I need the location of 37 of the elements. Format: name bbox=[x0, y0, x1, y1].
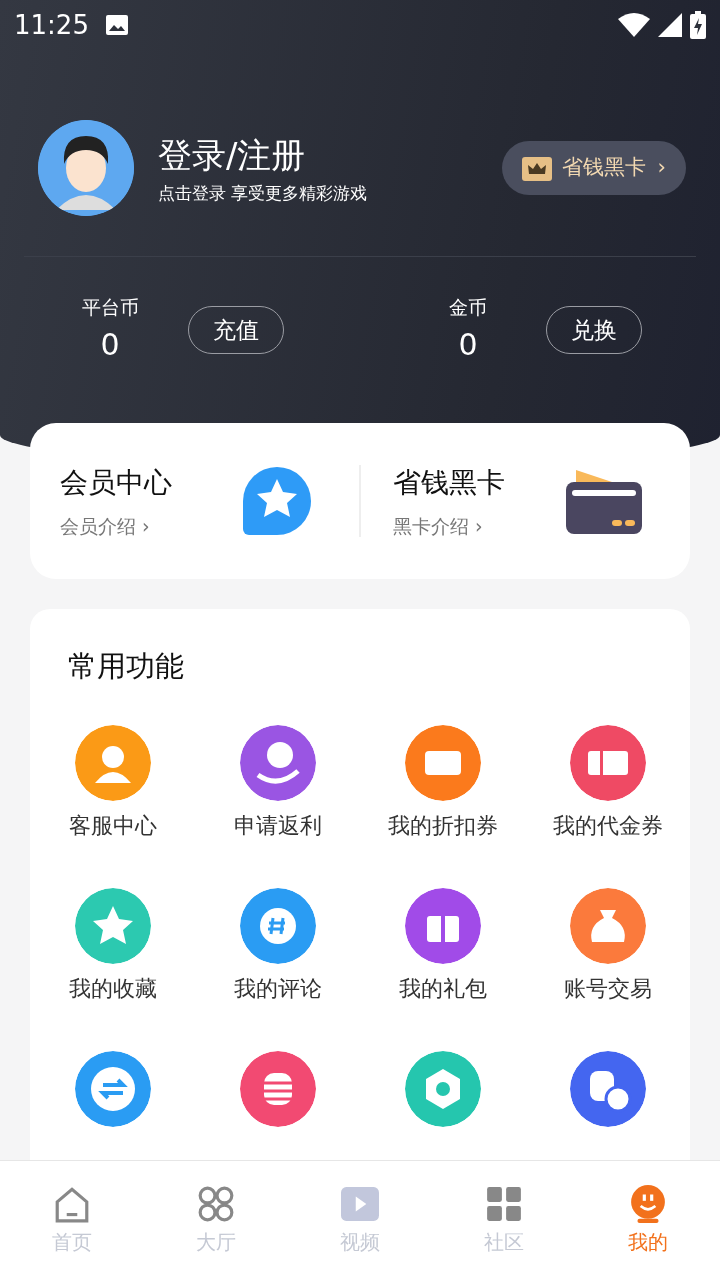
video-icon bbox=[341, 1184, 379, 1223]
card-title: 省钱黑卡 bbox=[393, 464, 505, 501]
function-label[interactable]: 我的礼包 bbox=[398, 971, 487, 1005]
function-label[interactable]: 我的折扣券 bbox=[387, 808, 498, 842]
settings-icon[interactable] bbox=[404, 1050, 481, 1127]
login-title[interactable]: 登录/注册 bbox=[158, 129, 502, 181]
grid-circles-icon bbox=[197, 1184, 235, 1223]
image-icon bbox=[104, 14, 129, 36]
intro-link[interactable]: 黑卡介绍 › bbox=[393, 511, 483, 541]
vip-card-button[interactable]: 省钱黑卡 › bbox=[501, 141, 686, 195]
section-title: 常用功能 bbox=[67, 648, 185, 685]
grid-icon bbox=[485, 1184, 523, 1223]
money-bag-icon[interactable] bbox=[569, 887, 646, 964]
star-badge-icon bbox=[243, 467, 311, 535]
swap-icon[interactable] bbox=[74, 1050, 151, 1127]
card-title: 会员中心 bbox=[60, 464, 172, 501]
balance-value: 0 bbox=[100, 325, 120, 364]
smiley-icon bbox=[629, 1184, 667, 1223]
balance-label: 金币 bbox=[449, 295, 487, 320]
login-subtitle: 点击登录 享受更多精彩游戏 bbox=[158, 181, 369, 205]
battery-icon bbox=[690, 11, 706, 39]
comment-icon[interactable] bbox=[239, 887, 316, 964]
balance-value: 0 bbox=[458, 325, 478, 364]
function-label[interactable]: 我的评论 bbox=[233, 971, 322, 1005]
status-time: 11:25 bbox=[14, 8, 89, 42]
signal-icon bbox=[658, 13, 682, 37]
coupon-icon[interactable] bbox=[569, 724, 646, 801]
function-label[interactable]: 账号交易 bbox=[563, 971, 652, 1005]
avatar[interactable] bbox=[38, 120, 134, 216]
function-label[interactable]: 申请返利 bbox=[233, 808, 322, 842]
intro-link[interactable]: 会员介绍 › bbox=[60, 511, 150, 541]
function-label[interactable]: 我的代金券 bbox=[552, 808, 663, 842]
function-label[interactable]: 我的收藏 bbox=[68, 971, 157, 1005]
balance-label: 平台币 bbox=[81, 295, 139, 320]
wifi-icon bbox=[618, 13, 650, 37]
database-icon[interactable] bbox=[239, 1050, 316, 1127]
function-label[interactable]: 客服中心 bbox=[68, 808, 157, 842]
